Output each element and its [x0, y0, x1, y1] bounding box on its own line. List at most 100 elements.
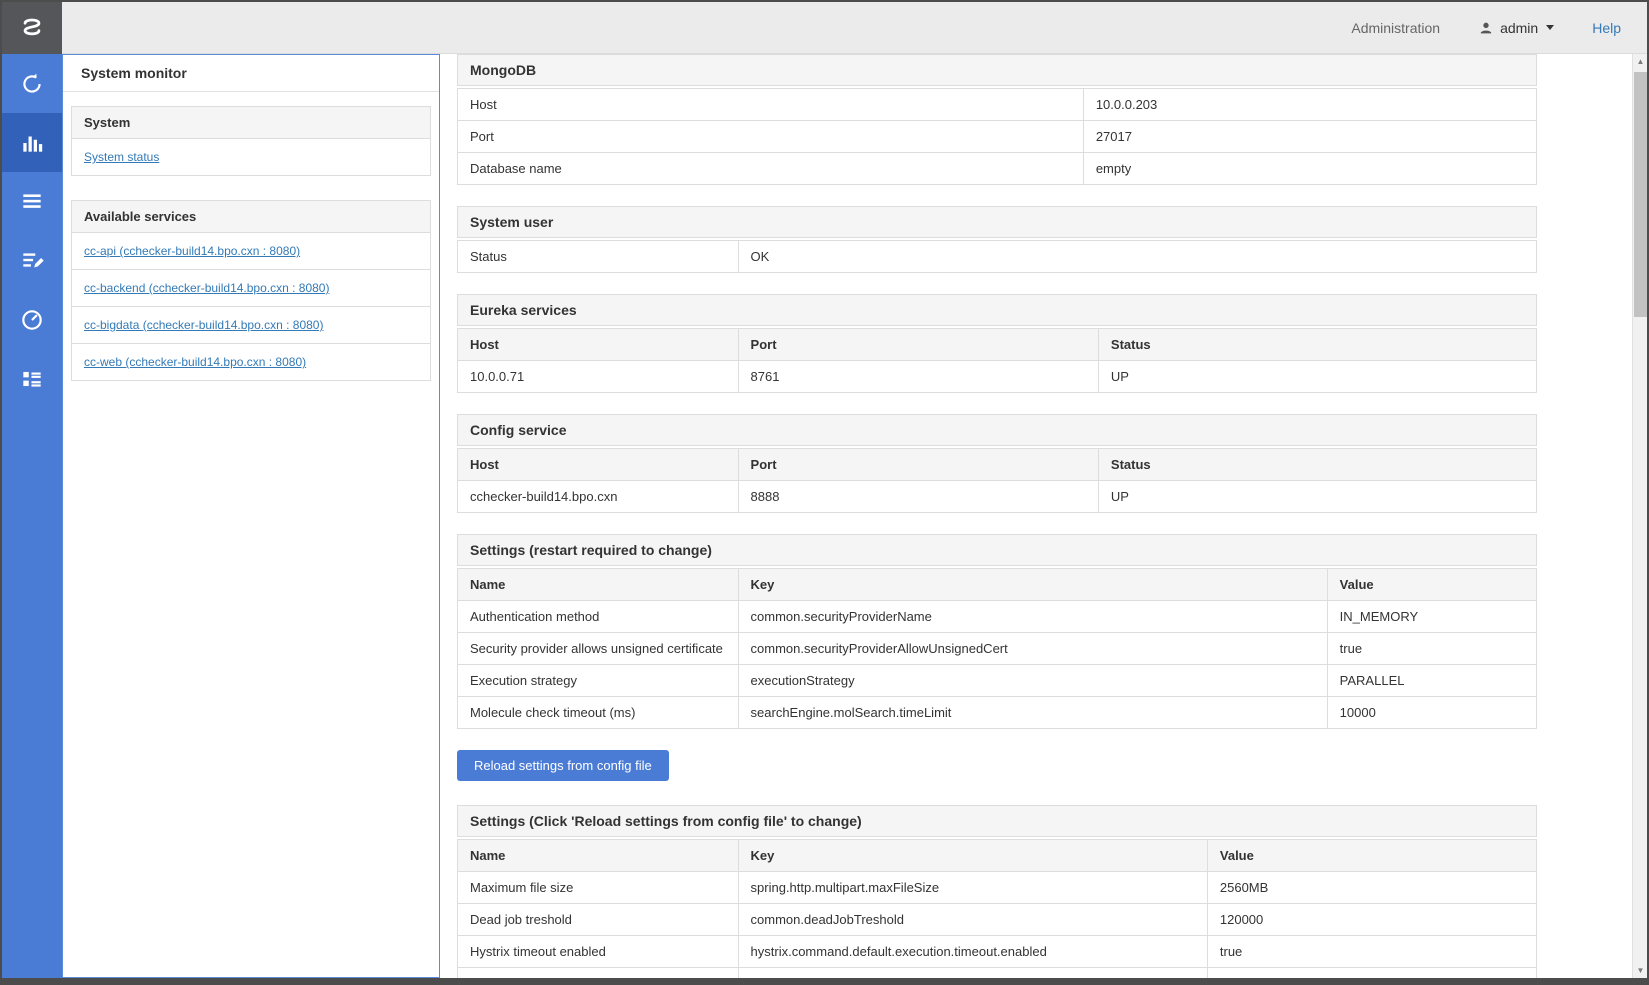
scroll-up-arrow[interactable]: ▲ [1633, 54, 1648, 69]
section-eureka: Eureka services Host Port Status 10.0.0.… [457, 294, 1537, 393]
system-user-table: Status OK [457, 240, 1537, 273]
reload-settings-button[interactable]: Reload settings from config file [457, 750, 669, 781]
topbar-right: Administration admin Help [1351, 20, 1647, 36]
service-link-cc-api[interactable]: cc-api (cchecker-build14.bpo.cxn : 8080) [84, 244, 300, 258]
col-header: Value [1207, 840, 1536, 872]
service-link-cc-bigdata[interactable]: cc-bigdata (cchecker-build14.bpo.cxn : 8… [84, 318, 323, 332]
cell-value: true [1207, 936, 1536, 968]
help-link[interactable]: Help [1592, 20, 1621, 36]
sidebar [2, 54, 62, 978]
table-row: Port 27017 [458, 121, 1537, 153]
cell-key: searchEngine.molSearch.timeLimit [738, 697, 1327, 729]
cell-label: Database name [458, 153, 1084, 185]
sidebar-item-feed[interactable] [2, 349, 62, 408]
system-box-header: System [72, 107, 430, 138]
col-header: Host [458, 329, 739, 361]
refresh-icon [19, 71, 45, 97]
cell-key [738, 968, 1207, 979]
table-header-row: Name Key Value [458, 569, 1537, 601]
scroll-down-arrow[interactable]: ▼ [1633, 963, 1648, 978]
mongodb-table: Host 10.0.0.203 Port 27017 Database name… [457, 88, 1537, 185]
col-header: Key [738, 840, 1207, 872]
user-menu[interactable]: admin [1478, 20, 1554, 36]
cell-key: common.securityProviderName [738, 601, 1327, 633]
col-header: Port [738, 329, 1098, 361]
cell-value: OK [738, 241, 1536, 273]
panel-title: System monitor [63, 55, 439, 92]
table-row: 10.0.0.71 8761 UP [458, 361, 1537, 393]
table-row: cchecker-build14.bpo.cxn 8888 UP [458, 481, 1537, 513]
section-title: Settings (restart required to change) [457, 534, 1537, 566]
cell-name: Dead job treshold [458, 904, 739, 936]
table-row: Hystrix timeout enabled hystrix.command.… [458, 936, 1537, 968]
col-header: Status [1098, 449, 1536, 481]
table-row: Authentication method common.securityPro… [458, 601, 1537, 633]
section-title: Config service [457, 414, 1537, 446]
cell-value: PARALLEL [1327, 665, 1536, 697]
cell-value: 10.0.0.71 [458, 361, 739, 393]
app-logo[interactable] [2, 2, 62, 54]
table-row: Security provider allows unsigned certif… [458, 633, 1537, 665]
config-service-table: Host Port Status cchecker-build14.bpo.cx… [457, 448, 1537, 513]
main-content: MongoDB Host 10.0.0.203 Port 27017 Datab… [440, 54, 1632, 978]
col-header: Key [738, 569, 1327, 601]
sidebar-item-gauge[interactable] [2, 290, 62, 349]
cell-name: Security provider allows unsigned certif… [458, 633, 739, 665]
section-title: System user [457, 206, 1537, 238]
cell-name: Hystrix timeout enabled [458, 936, 739, 968]
service-link-cc-backend[interactable]: cc-backend (cchecker-build14.bpo.cxn : 8… [84, 281, 329, 295]
list-item: System status [72, 138, 430, 175]
sidebar-item-list[interactable] [2, 172, 62, 231]
table-row: Host 10.0.0.203 [458, 89, 1537, 121]
top-bar: Administration admin Help [2, 2, 1647, 54]
gauge-icon [19, 307, 45, 333]
table-row: Database name empty [458, 153, 1537, 185]
cell-label: Port [458, 121, 1084, 153]
table-header-row: Host Port Status [458, 449, 1537, 481]
section-title: Eureka services [457, 294, 1537, 326]
cell-value: 27017 [1083, 121, 1536, 153]
col-header: Host [458, 449, 739, 481]
table-row: Execution strategy executionStrategy PAR… [458, 665, 1537, 697]
section-title: MongoDB [457, 54, 1537, 86]
cell-name [458, 968, 739, 979]
cell-value: 8888 [738, 481, 1098, 513]
app-window: Administration admin Help [0, 0, 1649, 985]
user-name: admin [1500, 20, 1538, 36]
table-row-partial [458, 968, 1537, 979]
col-header: Status [1098, 329, 1536, 361]
settings-reload-table: Name Key Value Maximum file size spring.… [457, 839, 1537, 978]
cell-key: common.securityProviderAllowUnsignedCert [738, 633, 1327, 665]
service-link-cc-web[interactable]: cc-web (cchecker-build14.bpo.cxn : 8080) [84, 355, 306, 369]
system-status-link[interactable]: System status [84, 150, 159, 164]
cell-value: 8761 [738, 361, 1098, 393]
table-row: Status OK [458, 241, 1537, 273]
sidebar-item-refresh[interactable] [2, 54, 62, 113]
cell-label: Host [458, 89, 1084, 121]
table-row: Molecule check timeout (ms) searchEngine… [458, 697, 1537, 729]
system-box: System System status [71, 106, 431, 176]
sidebar-item-system-monitor[interactable] [2, 113, 62, 172]
eureka-table: Host Port Status 10.0.0.71 8761 UP [457, 328, 1537, 393]
vertical-scrollbar[interactable]: ▲ ▼ [1632, 54, 1647, 978]
list-item: cc-api (cchecker-build14.bpo.cxn : 8080) [72, 232, 430, 269]
section-title: Settings (Click 'Reload settings from co… [457, 805, 1537, 837]
cell-value: IN_MEMORY [1327, 601, 1536, 633]
cell-value: true [1327, 633, 1536, 665]
cell-value: UP [1098, 361, 1536, 393]
administration-link[interactable]: Administration [1351, 20, 1440, 36]
cell-key: common.deadJobTreshold [738, 904, 1207, 936]
cell-name: Molecule check timeout (ms) [458, 697, 739, 729]
table-header-row: Host Port Status [458, 329, 1537, 361]
col-header: Value [1327, 569, 1536, 601]
edit-list-icon [19, 248, 45, 274]
sidebar-item-edit-list[interactable] [2, 231, 62, 290]
cell-name: Maximum file size [458, 872, 739, 904]
list-item: cc-bigdata (cchecker-build14.bpo.cxn : 8… [72, 306, 430, 343]
cell-name: Authentication method [458, 601, 739, 633]
table-row: Dead job treshold common.deadJobTreshold… [458, 904, 1537, 936]
cell-key: spring.http.multipart.maxFileSize [738, 872, 1207, 904]
logo-icon [16, 12, 48, 44]
scrollbar-thumb[interactable] [1634, 72, 1647, 317]
section-settings-reload: Settings (Click 'Reload settings from co… [457, 805, 1537, 978]
